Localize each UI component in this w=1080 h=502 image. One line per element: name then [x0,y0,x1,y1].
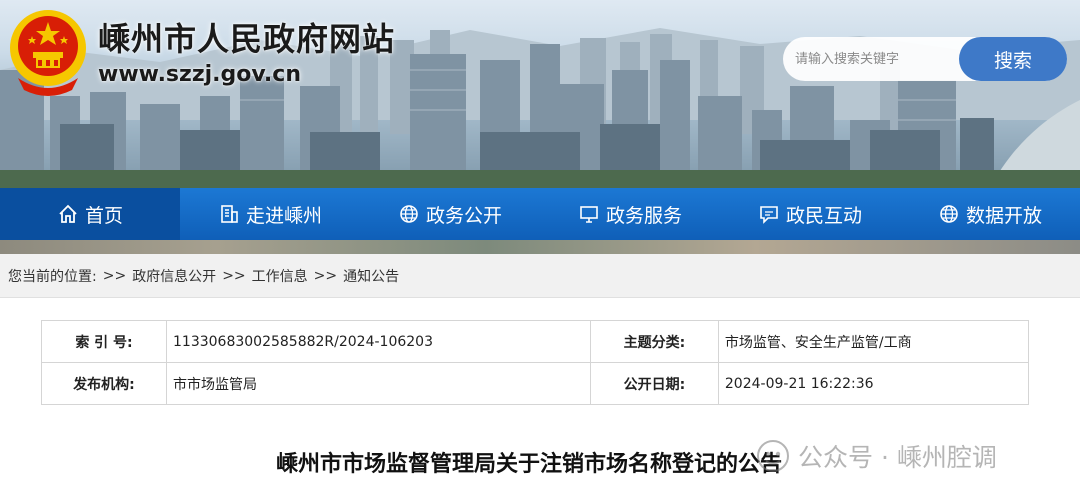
nav-item-label: 政民互动 [785,204,862,227]
category-label: 主题分类: [589,320,719,363]
globe-icon [938,203,960,225]
wechat-official-account-icon [757,440,789,472]
building-icon [218,203,240,225]
watermark: 公众号 · 嵊州腔调 [756,438,997,474]
breadcrumb-separator: >> [102,267,127,284]
home-icon [57,203,79,225]
search-box: 搜索 [783,37,1067,81]
nav-item-label: 政务服务 [605,204,682,227]
breadcrumb-separator: >> [313,267,338,284]
breadcrumb-item-gov-info[interactable]: 政府信息公开 [132,266,216,286]
national-emblem-logo [10,10,86,96]
globe-icon [398,203,420,225]
nav-item-gov-services[interactable]: 政务服务 [540,188,720,240]
nav-item-label: 走进嵊州 [245,204,322,227]
nav-item-label: 数据开放 [965,204,1042,227]
breadcrumb-item-work-info[interactable]: 工作信息 [252,266,308,286]
nav-item-interaction[interactable]: 政民互动 [720,188,900,240]
table-row: 索 引 号: 11330683002585882R/2024-106203 主题… [41,320,1030,363]
site-url: www.szzj.gov.cn [98,62,301,87]
watermark-text: 公众号 · 嵊州腔调 [798,443,997,472]
nav-item-open-data[interactable]: 数据开放 [900,188,1080,240]
index-label: 索 引 号: [41,320,167,363]
document-info-table: 索 引 号: 11330683002585882R/2024-106203 主题… [41,320,1030,405]
main-nav: 首页 走进嵊州 政务公开 政务服务 政民互动 数据开放 [0,188,1080,240]
banner-bottom-strip [0,240,1080,254]
nav-item-home[interactable]: 首页 [0,188,180,240]
nav-item-gov-affairs[interactable]: 政务公开 [360,188,540,240]
search-input[interactable] [795,47,955,71]
publisher-label: 发布机构: [41,362,167,405]
breadcrumb-item-notices[interactable]: 通知公告 [343,266,399,286]
breadcrumb-prefix: 您当前的位置: [8,268,97,285]
nav-item-about[interactable]: 走进嵊州 [180,188,360,240]
publisher-value: 市市场监管局 [166,362,591,405]
chat-icon [758,203,780,225]
site-title: 嵊州市人民政府网站 [98,20,396,58]
index-value: 11330683002585882R/2024-106203 [166,320,591,363]
header-banner: 嵊州市人民政府网站 www.szzj.gov.cn 搜索 [0,0,1080,188]
date-value: 2024-09-21 16:22:36 [717,362,1030,405]
monitor-icon [578,203,600,225]
search-button[interactable]: 搜索 [959,37,1067,81]
category-value: 市场监管、安全生产监管/工商 [717,320,1030,363]
table-row: 发布机构: 市市场监管局 公开日期: 2024-09-21 16:22:36 [41,362,1030,405]
breadcrumb: 您当前的位置: >> 政府信息公开 >> 工作信息 >> 通知公告 [0,254,1080,298]
nav-item-label: 首页 [84,204,123,227]
nav-item-label: 政务公开 [425,204,502,227]
breadcrumb-separator: >> [222,267,246,284]
date-label: 公开日期: [589,362,719,405]
